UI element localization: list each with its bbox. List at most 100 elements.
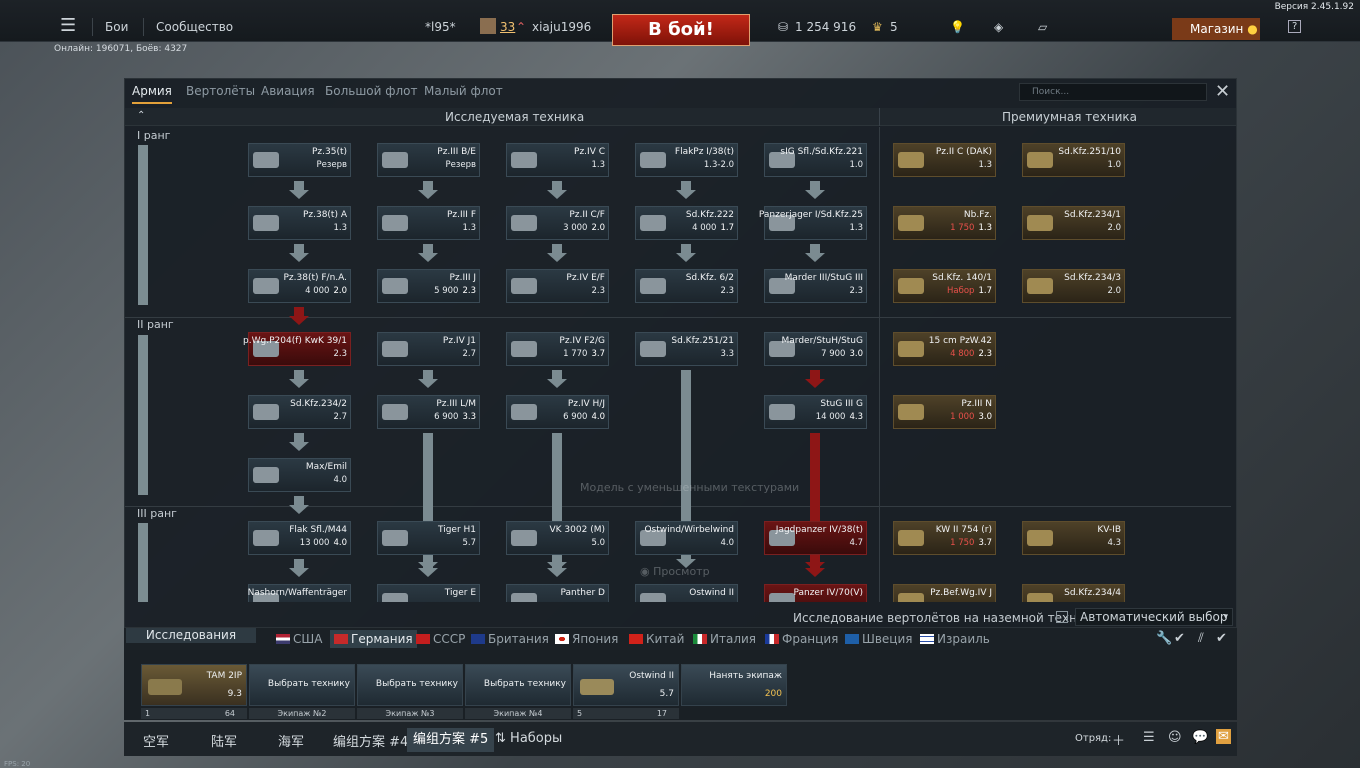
preset-tab-air[interactable]: 空军 [143,731,169,750]
list-icon[interactable]: ☰ [1143,730,1155,745]
ammo-icon[interactable]: ⫽ [1198,631,1204,646]
ticket-icon[interactable]: ▱ [1038,20,1047,34]
vehicle-card[interactable]: Pz.III F 1.3 [377,206,480,240]
vehicle-card[interactable]: KW II 754 (r) 1 750 3.7 [893,521,996,555]
vehicle-card[interactable]: Marder/StuH/StuG 7 900 3.0 [764,332,867,366]
diamond-icon[interactable]: ◈ [994,20,1003,34]
player-nickname[interactable]: xiaju1996 [532,20,591,34]
crew-slot-4[interactable]: Выбрать технику [465,664,571,706]
nation-italy[interactable]: Италия [693,632,756,646]
vehicle-card[interactable]: Pz.II C/F 3 000 2.0 [506,206,609,240]
vehicle-card[interactable]: Pz.III N 1 000 3.0 [893,395,996,429]
battles-menu[interactable]: Бои [105,20,128,34]
vehicle-card[interactable]: Max/Emil 4.0 [248,458,351,492]
collapse-icon[interactable]: ⌃ [137,110,145,121]
vehicle-card[interactable]: Panzer IV/70(V) [764,584,867,602]
preset-tab-naval[interactable]: 海军 [278,731,304,750]
nation-china[interactable]: Китай [629,632,684,646]
preview-link[interactable]: ◉ Просмотр [640,565,710,578]
vehicle-card[interactable]: Pz.III B/E Резерв [377,143,480,177]
vehicle-card[interactable]: Tiger H1 5.7 [377,521,480,555]
tab-helicopters[interactable]: Вертолёты [186,84,255,98]
nation-france[interactable]: Франция [765,632,838,646]
vehicle-card[interactable]: Sd.Kfz.234/2 2.7 [248,395,351,429]
vehicle-card[interactable]: Pz.IV E/F 2.3 [506,269,609,303]
tab-army[interactable]: Армия [132,84,172,104]
nation-ussr[interactable]: СССР [416,632,465,646]
vehicle-card[interactable]: Jagdpanzer IV/38(t) 4.7 [764,521,867,555]
vehicle-card[interactable]: sIG Sfl./Sd.Kfz.221 1.0 [764,143,867,177]
vehicle-card[interactable]: StuG III G 14 000 4.3 [764,395,867,429]
vehicle-card[interactable]: Nashorn/Waffenträger [248,584,351,602]
research-tab[interactable]: Исследования [126,628,256,643]
nation-israel[interactable]: Израиль [920,632,990,646]
vehicle-card[interactable]: Ostwind/Wirbelwind 4.0 [635,521,738,555]
vehicle-card[interactable]: Pz.III L/M 6 900 3.3 [377,395,480,429]
vehicle-card[interactable]: Pz.IV J1 2.7 [377,332,480,366]
search-input[interactable]: Поиск... [1019,83,1207,101]
vehicle-card[interactable]: Pz.38(t) A 1.3 [248,206,351,240]
avatar[interactable] [480,18,496,34]
crew-slot-5[interactable]: Ostwind II 5.7 [573,664,679,706]
preset-tab-5[interactable]: 编组方案 #5 [407,728,495,752]
gold-balance[interactable]: 5 [890,20,898,34]
vehicle-card[interactable]: Pz.IV F2/G 1 770 3.7 [506,332,609,366]
auto-select-dropdown[interactable]: Автоматический выбор ▾ [1075,608,1233,626]
mail-icon[interactable]: ✉ [1216,729,1231,744]
vehicle-card[interactable]: Pz.IV C 1.3 [506,143,609,177]
crew-slot-2[interactable]: Выбрать технику [249,664,355,706]
vehicle-card[interactable]: Marder III/StuG III 2.3 [764,269,867,303]
preset-tab-ground[interactable]: 陆军 [211,731,237,750]
tab-aviation[interactable]: Авиация [261,84,315,98]
vehicle-card[interactable]: Sd.Kfz.222 4 000 1.7 [635,206,738,240]
contacts-icon[interactable]: ☺ [1168,730,1182,745]
crew-slot-3[interactable]: Выбрать технику [357,664,463,706]
squad-tag[interactable]: *l95* [425,20,456,34]
vehicle-card[interactable]: Sd.Kfz.251/21 3.3 [635,332,738,366]
rank-2-label[interactable]: II ранг [137,318,174,331]
vehicle-card[interactable]: 15 cm PzW.42 4 800 2.3 [893,332,996,366]
vehicle-card[interactable]: Pz.Bef.Wg.IV J [893,584,996,602]
tab-bluewater-fleet[interactable]: Большой флот [325,84,418,98]
nation-usa[interactable]: США [276,632,322,646]
plus-icon[interactable]: ＋ [1112,730,1125,749]
vehicle-card[interactable]: Pz.III J 5 900 2.3 [377,269,480,303]
vehicle-card[interactable]: Pz.38(t) F/n.A. 4 000 2.0 [248,269,351,303]
vehicle-card[interactable]: Tiger E [377,584,480,602]
vehicle-card[interactable]: VK 3002 (M) 5.0 [506,521,609,555]
vehicle-card[interactable]: p.Wg.P204(f) KwK 39/1 2.3 [243,332,351,366]
presets-button[interactable]: ⇅ Наборы [495,731,562,746]
vehicle-card[interactable]: Sd.Kfz.234/1 2.0 [1022,206,1125,240]
shop-button[interactable]: Магазин ● [1172,18,1260,40]
vehicle-card[interactable]: Ostwind II [635,584,738,602]
community-menu[interactable]: Сообщество [156,20,233,34]
close-icon[interactable]: ✕ [1215,81,1230,102]
tab-coastal-fleet[interactable]: Малый флот [424,84,503,98]
to-battle-button[interactable]: В бой! [612,14,750,46]
vehicle-card[interactable]: Sd.Kfz.234/3 2.0 [1022,269,1125,303]
vehicle-card[interactable]: Flak Sfl./M44 13 000 4.0 [248,521,351,555]
check-icon[interactable]: ✔ [1174,631,1185,646]
lightbulb-icon[interactable]: 💡 [950,20,965,34]
vehicle-card[interactable]: Sd.Kfz. 6/2 2.3 [635,269,738,303]
hamburger-icon[interactable]: ☰ [60,15,76,36]
rank-1-label[interactable]: I ранг [137,129,170,142]
nation-sweden[interactable]: Швеция [845,632,912,646]
vehicle-card[interactable]: Panzerjager I/Sd.Kfz.25 1.3 [759,206,867,240]
vehicle-card[interactable]: Sd.Kfz.234/4 [1022,584,1125,602]
chat-icon[interactable]: 💬 [1192,730,1208,745]
nation-germany[interactable]: Германия [330,630,417,648]
vehicle-card[interactable]: FlakPz I/38(t) 1.3-2.0 [635,143,738,177]
nation-japan[interactable]: Япония [555,632,618,646]
vehicle-card[interactable]: Pz.35(t) Резерв [248,143,351,177]
vehicle-card[interactable]: Nb.Fz. 1 750 1.3 [893,206,996,240]
nation-britain[interactable]: Британия [471,632,549,646]
vehicle-card[interactable]: Pz.IV H/J 6 900 4.0 [506,395,609,429]
vehicle-card[interactable]: Pz.II C (DAK) 1.3 [893,143,996,177]
help-icon[interactable]: ? [1288,20,1302,33]
silver-balance[interactable]: 1 254 916 [795,20,856,34]
heli-research-checkbox[interactable] [1056,611,1068,623]
preset-tab-4[interactable]: 编组方案 #4 [333,731,408,750]
vehicle-card[interactable]: Sd.Kfz.251/10 1.0 [1022,143,1125,177]
rank-3-label[interactable]: III ранг [137,507,177,520]
